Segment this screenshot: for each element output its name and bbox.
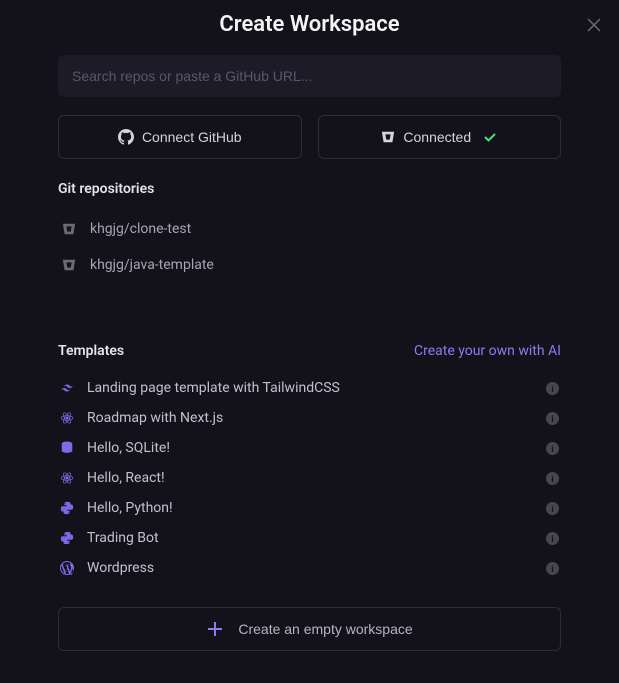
template-name: Hello, SQLite! <box>87 440 533 456</box>
database-icon <box>60 441 74 455</box>
create-empty-workspace-button[interactable]: Create an empty workspace <box>58 607 561 651</box>
template-list: Landing page template with TailwindCSS i… <box>58 373 561 583</box>
svg-text:i: i <box>551 383 553 393</box>
repo-item[interactable]: khgjg/java-template <box>58 247 561 283</box>
python-icon <box>60 531 74 545</box>
template-item[interactable]: Hello, React! i <box>58 463 561 493</box>
connect-github-button[interactable]: Connect GitHub <box>58 115 302 159</box>
svg-text:i: i <box>551 533 553 543</box>
connected-label: Connected <box>403 129 471 145</box>
connected-button[interactable]: Connected <box>318 115 562 159</box>
svg-text:i: i <box>551 443 553 453</box>
template-name: Wordpress <box>87 560 533 576</box>
template-item[interactable]: Hello, Python! i <box>58 493 561 523</box>
info-icon[interactable]: i <box>546 502 559 515</box>
svg-text:i: i <box>551 503 553 513</box>
template-name: Trading Bot <box>87 530 533 546</box>
tailwind-icon <box>60 381 74 395</box>
search-input[interactable] <box>58 55 561 97</box>
info-icon[interactable]: i <box>546 532 559 545</box>
close-icon <box>587 18 601 32</box>
info-icon[interactable]: i <box>546 382 559 395</box>
plus-icon <box>206 620 224 638</box>
empty-workspace-label: Create an empty workspace <box>238 621 412 637</box>
template-item[interactable]: Hello, SQLite! i <box>58 433 561 463</box>
bitbucket-icon <box>62 258 76 272</box>
react-icon <box>60 411 74 425</box>
repo-item[interactable]: khgjg/clone-test <box>58 211 561 247</box>
template-name: Landing page template with TailwindCSS <box>87 380 533 396</box>
info-icon[interactable]: i <box>546 472 559 485</box>
templates-heading: Templates <box>58 343 124 359</box>
template-item[interactable]: Roadmap with Next.js i <box>58 403 561 433</box>
info-icon[interactable]: i <box>546 562 559 575</box>
template-name: Roadmap with Next.js <box>87 410 533 426</box>
repo-name: khgjg/java-template <box>90 257 214 273</box>
template-item[interactable]: Trading Bot i <box>58 523 561 553</box>
info-icon[interactable]: i <box>546 412 559 425</box>
create-ai-link[interactable]: Create your own with AI <box>414 343 561 359</box>
svg-text:i: i <box>551 563 553 573</box>
react-icon <box>60 471 74 485</box>
svg-text:i: i <box>551 413 553 423</box>
repo-name: khgjg/clone-test <box>90 221 191 237</box>
template-item[interactable]: Wordpress i <box>58 553 561 583</box>
template-name: Hello, Python! <box>87 500 533 516</box>
close-button[interactable] <box>585 16 603 34</box>
template-item[interactable]: Landing page template with TailwindCSS i <box>58 373 561 403</box>
repos-heading: Git repositories <box>58 181 561 197</box>
info-icon[interactable]: i <box>546 442 559 455</box>
bitbucket-icon <box>62 222 76 236</box>
template-name: Hello, React! <box>87 470 533 486</box>
python-icon <box>60 501 74 515</box>
connect-github-label: Connect GitHub <box>142 129 242 145</box>
check-icon <box>483 130 497 144</box>
wordpress-icon <box>60 561 74 575</box>
bitbucket-icon <box>381 130 395 144</box>
github-icon <box>118 129 134 145</box>
modal-title: Create Workspace <box>58 12 561 37</box>
svg-text:i: i <box>551 473 553 483</box>
repo-list: khgjg/clone-test khgjg/java-template <box>58 211 561 283</box>
